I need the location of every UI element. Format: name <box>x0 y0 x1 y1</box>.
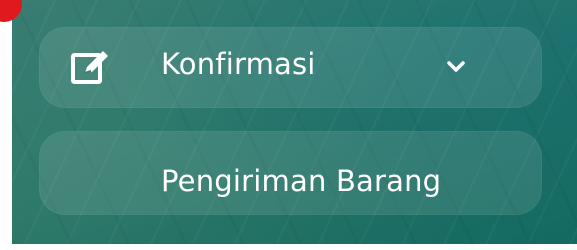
menu-item-konfirmasi[interactable]: Konfirmasi <box>39 27 542 108</box>
sidebar-menu: Konfirmasi Pengiriman Barang <box>12 0 577 244</box>
edit-icon <box>71 51 108 84</box>
menu-item-label: Konfirmasi <box>161 47 316 81</box>
chevron-down-icon[interactable] <box>447 60 465 74</box>
menu-item-label: Pengiriman Barang <box>161 164 442 198</box>
menu-item-pengiriman-barang[interactable]: Pengiriman Barang <box>39 131 542 215</box>
